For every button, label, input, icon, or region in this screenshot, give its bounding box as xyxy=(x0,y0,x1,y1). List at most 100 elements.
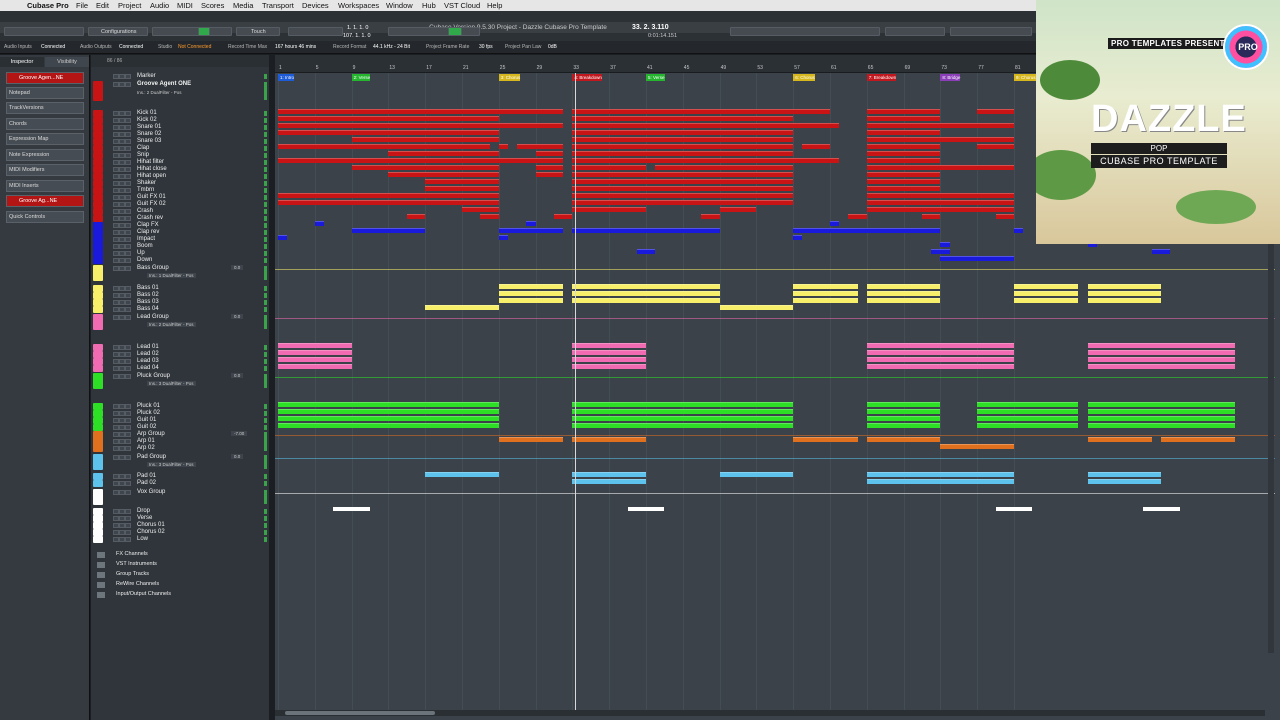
read-button[interactable] xyxy=(125,490,131,495)
read-button[interactable] xyxy=(125,237,131,242)
read-button[interactable] xyxy=(125,425,131,430)
midi-event[interactable] xyxy=(535,165,564,170)
track-boom[interactable]: Boom xyxy=(91,243,269,250)
midi-event[interactable] xyxy=(793,158,840,163)
midi-event[interactable] xyxy=(572,207,646,212)
midi-event[interactable] xyxy=(278,200,499,205)
midi-event[interactable] xyxy=(1087,479,1162,484)
midi-event[interactable] xyxy=(572,165,646,170)
track-tmbrn[interactable]: Tmbrn xyxy=(91,187,269,194)
inspector-expression-map[interactable]: Expression Map xyxy=(6,133,84,145)
automation-mode[interactable]: Touch xyxy=(236,27,280,36)
horizontal-scrollbar[interactable] xyxy=(275,710,1265,716)
midi-event[interactable] xyxy=(977,416,1079,421)
read-button[interactable] xyxy=(125,345,131,350)
automation-line[interactable] xyxy=(275,435,1275,436)
midi-event[interactable] xyxy=(554,214,573,219)
group-vox[interactable]: Vox Group xyxy=(91,489,269,505)
read-button[interactable] xyxy=(125,146,131,151)
track-hihat-filter[interactable]: Hihat filter xyxy=(91,159,269,166)
group-pad[interactable]: Pad Group Ins.: 3 DualFilter - Pos 0.0 xyxy=(91,454,269,470)
track-drop[interactable]: Drop xyxy=(91,508,269,515)
read-button[interactable] xyxy=(125,359,131,364)
track-chorus-02[interactable]: Chorus 02 xyxy=(91,529,269,536)
midi-event[interactable] xyxy=(572,158,794,163)
midi-event[interactable] xyxy=(425,472,499,477)
midi-event[interactable] xyxy=(406,214,426,219)
read-button[interactable] xyxy=(125,293,131,298)
tool-buttons[interactable] xyxy=(288,27,343,36)
midi-event[interactable] xyxy=(701,214,720,219)
app-menu[interactable]: Cubase Pro xyxy=(27,1,69,10)
track-pluck-02[interactable]: Pluck 02 xyxy=(91,410,269,417)
midi-event[interactable] xyxy=(278,350,352,355)
configurations-button[interactable]: Configurations xyxy=(88,27,148,36)
midi-event[interactable] xyxy=(425,305,499,310)
midi-event[interactable] xyxy=(425,179,499,184)
midi-event[interactable] xyxy=(278,109,499,114)
read-button[interactable] xyxy=(125,153,131,158)
read-button[interactable] xyxy=(125,188,131,193)
track-snip[interactable]: Snip xyxy=(91,152,269,159)
insert-slot[interactable]: Ins.: 3 DualFilter - Pos xyxy=(147,462,196,467)
volume-field[interactable]: -7.00 xyxy=(231,431,248,436)
midi-event[interactable] xyxy=(866,357,1014,362)
midi-event[interactable] xyxy=(1087,350,1235,355)
midi-event[interactable] xyxy=(572,284,720,289)
track-lead-04[interactable]: Lead 04 xyxy=(91,365,269,372)
midi-event[interactable] xyxy=(1087,298,1162,303)
midi-event[interactable] xyxy=(572,200,794,205)
read-button[interactable] xyxy=(125,530,131,535)
read-button[interactable] xyxy=(125,139,131,144)
read-button[interactable] xyxy=(125,315,131,320)
midi-event[interactable] xyxy=(1014,228,1024,233)
midi-event[interactable] xyxy=(866,416,941,421)
track-guit-01[interactable]: Guit 01 xyxy=(91,417,269,424)
midi-event[interactable] xyxy=(719,305,794,310)
marker-8[interactable]: 8: Bridge xyxy=(940,74,961,81)
midi-event[interactable] xyxy=(1087,472,1162,477)
position-bars[interactable]: 33. 2. 3.110 xyxy=(632,24,669,31)
midi-event[interactable] xyxy=(498,437,564,442)
midi-event[interactable] xyxy=(572,479,646,484)
snap-tools[interactable] xyxy=(885,27,945,36)
read-button[interactable] xyxy=(125,244,131,249)
midi-event[interactable] xyxy=(1087,409,1235,414)
read-button[interactable] xyxy=(125,418,131,423)
midi-event[interactable] xyxy=(866,172,941,177)
folder-vst-instruments[interactable]: VST Instruments xyxy=(91,560,269,570)
tab-visibility[interactable]: Visibility xyxy=(45,57,89,67)
midi-event[interactable] xyxy=(719,207,757,212)
read-button[interactable] xyxy=(125,118,131,123)
track-guit-fx-01[interactable]: Guit FX 01 xyxy=(91,194,269,201)
read-button[interactable] xyxy=(125,366,131,371)
midi-event[interactable] xyxy=(793,437,858,442)
midi-event[interactable] xyxy=(866,472,1014,477)
playhead-cursor[interactable] xyxy=(575,73,576,713)
midi-event[interactable] xyxy=(278,158,499,163)
midi-event[interactable] xyxy=(535,172,564,177)
midi-event[interactable] xyxy=(977,409,1079,414)
midi-event[interactable] xyxy=(278,416,499,421)
midi-event[interactable] xyxy=(572,343,646,348)
midi-event[interactable] xyxy=(278,144,490,149)
menu-devices[interactable]: Devices xyxy=(302,1,329,10)
track-pluck-01[interactable]: Pluck 01 xyxy=(91,403,269,410)
midi-event[interactable] xyxy=(922,214,941,219)
read-button[interactable] xyxy=(125,404,131,409)
inspector-track-name[interactable]: Groove Agen...NE xyxy=(6,72,84,84)
midi-event[interactable] xyxy=(572,193,794,198)
midi-event[interactable] xyxy=(1087,284,1162,289)
read-button[interactable] xyxy=(125,455,131,460)
midi-event[interactable] xyxy=(498,298,564,303)
midi-event[interactable] xyxy=(866,284,941,289)
midi-event[interactable] xyxy=(866,423,941,428)
midi-event[interactable] xyxy=(1087,364,1235,369)
menu-window[interactable]: Window xyxy=(386,1,413,10)
track-lead-03[interactable]: Lead 03 xyxy=(91,358,269,365)
midi-event[interactable] xyxy=(866,207,941,212)
read-button[interactable] xyxy=(125,125,131,130)
midi-event[interactable] xyxy=(940,123,1014,128)
midi-event[interactable] xyxy=(866,151,941,156)
midi-event[interactable] xyxy=(498,144,508,149)
